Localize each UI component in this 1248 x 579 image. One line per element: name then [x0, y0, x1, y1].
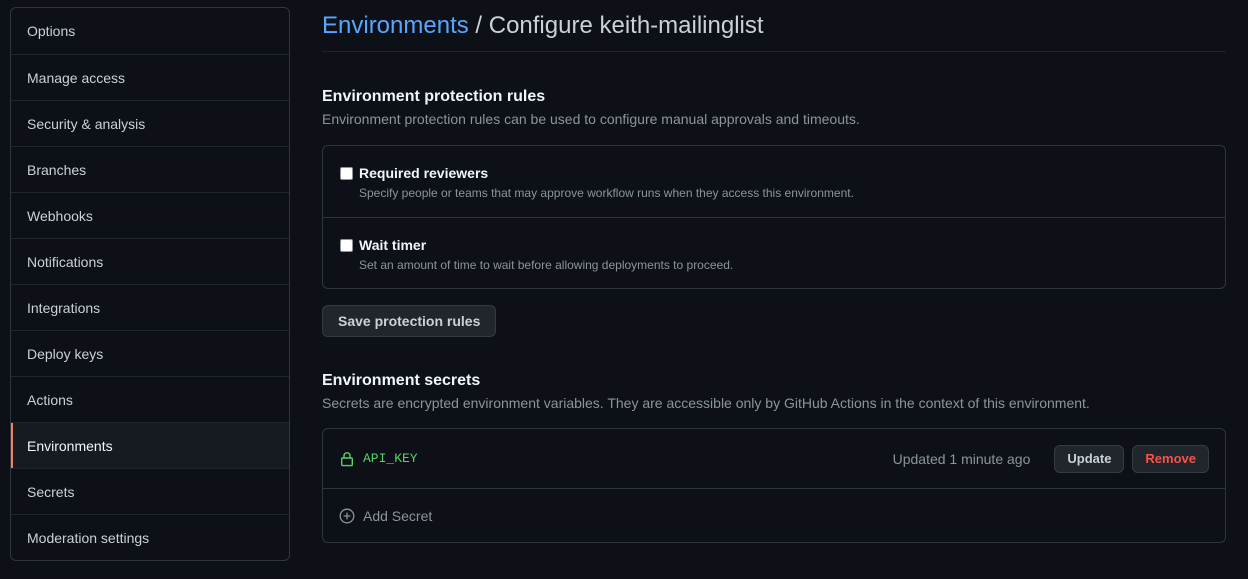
- remove-secret-button[interactable]: Remove: [1132, 444, 1209, 473]
- rule-title: Required reviewers: [359, 165, 489, 181]
- protection-rules-heading: Environment protection rules: [322, 88, 546, 105]
- sidebar-item-environments[interactable]: Environments: [11, 422, 289, 468]
- add-secret-label: Add Secret: [363, 507, 433, 524]
- main-content: Environments / Configure keith-mailingli…: [322, 0, 1226, 543]
- required-reviewers-checkbox[interactable]: [340, 167, 353, 180]
- protection-rules-description: Environment protection rules can be used…: [322, 111, 860, 127]
- environment-secrets-description: Secrets are encrypted environment variab…: [322, 395, 1090, 411]
- plus-circle-icon: [339, 508, 355, 524]
- secret-name: API_KEY: [363, 451, 418, 466]
- sidebar-item-secrets[interactable]: Secrets: [11, 468, 289, 514]
- environment-secrets-heading: Environment secrets: [322, 372, 481, 389]
- add-secret-button[interactable]: Add Secret: [323, 489, 1225, 542]
- secret-updated-time: Updated 1 minute ago: [892, 450, 1031, 467]
- sidebar-item-security-analysis[interactable]: Security & analysis: [11, 100, 289, 146]
- secrets-box: API_KEY Updated 1 minute ago Update Remo…: [322, 428, 1226, 543]
- protection-rules-box: Required reviewers Specify people or tea…: [322, 145, 1226, 289]
- rule-title: Wait timer: [359, 237, 427, 253]
- environment-secrets-section: Environment secrets Secrets are encrypte…: [322, 372, 1226, 543]
- sidebar-item-deploy-keys[interactable]: Deploy keys: [11, 330, 289, 376]
- sidebar-item-options[interactable]: Options: [11, 8, 289, 54]
- rule-description: Specify people or teams that may approve…: [359, 186, 854, 200]
- sidebar-item-webhooks[interactable]: Webhooks: [11, 192, 289, 238]
- secret-row: API_KEY Updated 1 minute ago Update Remo…: [323, 429, 1225, 489]
- sidebar-item-notifications[interactable]: Notifications: [11, 238, 289, 284]
- sidebar-item-branches[interactable]: Branches: [11, 146, 289, 192]
- breadcrumb-environments-link[interactable]: Environments: [322, 12, 469, 39]
- sidebar-item-actions[interactable]: Actions: [11, 376, 289, 422]
- page-title-text: / Configure keith-mailinglist: [468, 12, 764, 39]
- save-protection-rules-button[interactable]: Save protection rules: [322, 305, 497, 337]
- wait-timer-checkbox[interactable]: [340, 239, 353, 252]
- settings-sidebar: Options Manage access Security & analysi…: [10, 7, 290, 561]
- protection-rules-section: Environment protection rules Environment…: [322, 88, 1226, 337]
- sidebar-item-manage-access[interactable]: Manage access: [11, 54, 289, 100]
- rule-required-reviewers: Required reviewers Specify people or tea…: [323, 146, 1225, 217]
- rule-wait-timer: Wait timer Set an amount of time to wait…: [323, 217, 1225, 288]
- update-secret-button[interactable]: Update: [1054, 444, 1125, 473]
- sidebar-item-integrations[interactable]: Integrations: [11, 284, 289, 330]
- page-title: Environments / Configure keith-mailingli…: [322, 0, 1226, 52]
- lock-icon: [339, 451, 355, 467]
- sidebar-item-moderation-settings[interactable]: Moderation settings: [11, 514, 289, 560]
- rule-description: Set an amount of time to wait before all…: [359, 258, 734, 272]
